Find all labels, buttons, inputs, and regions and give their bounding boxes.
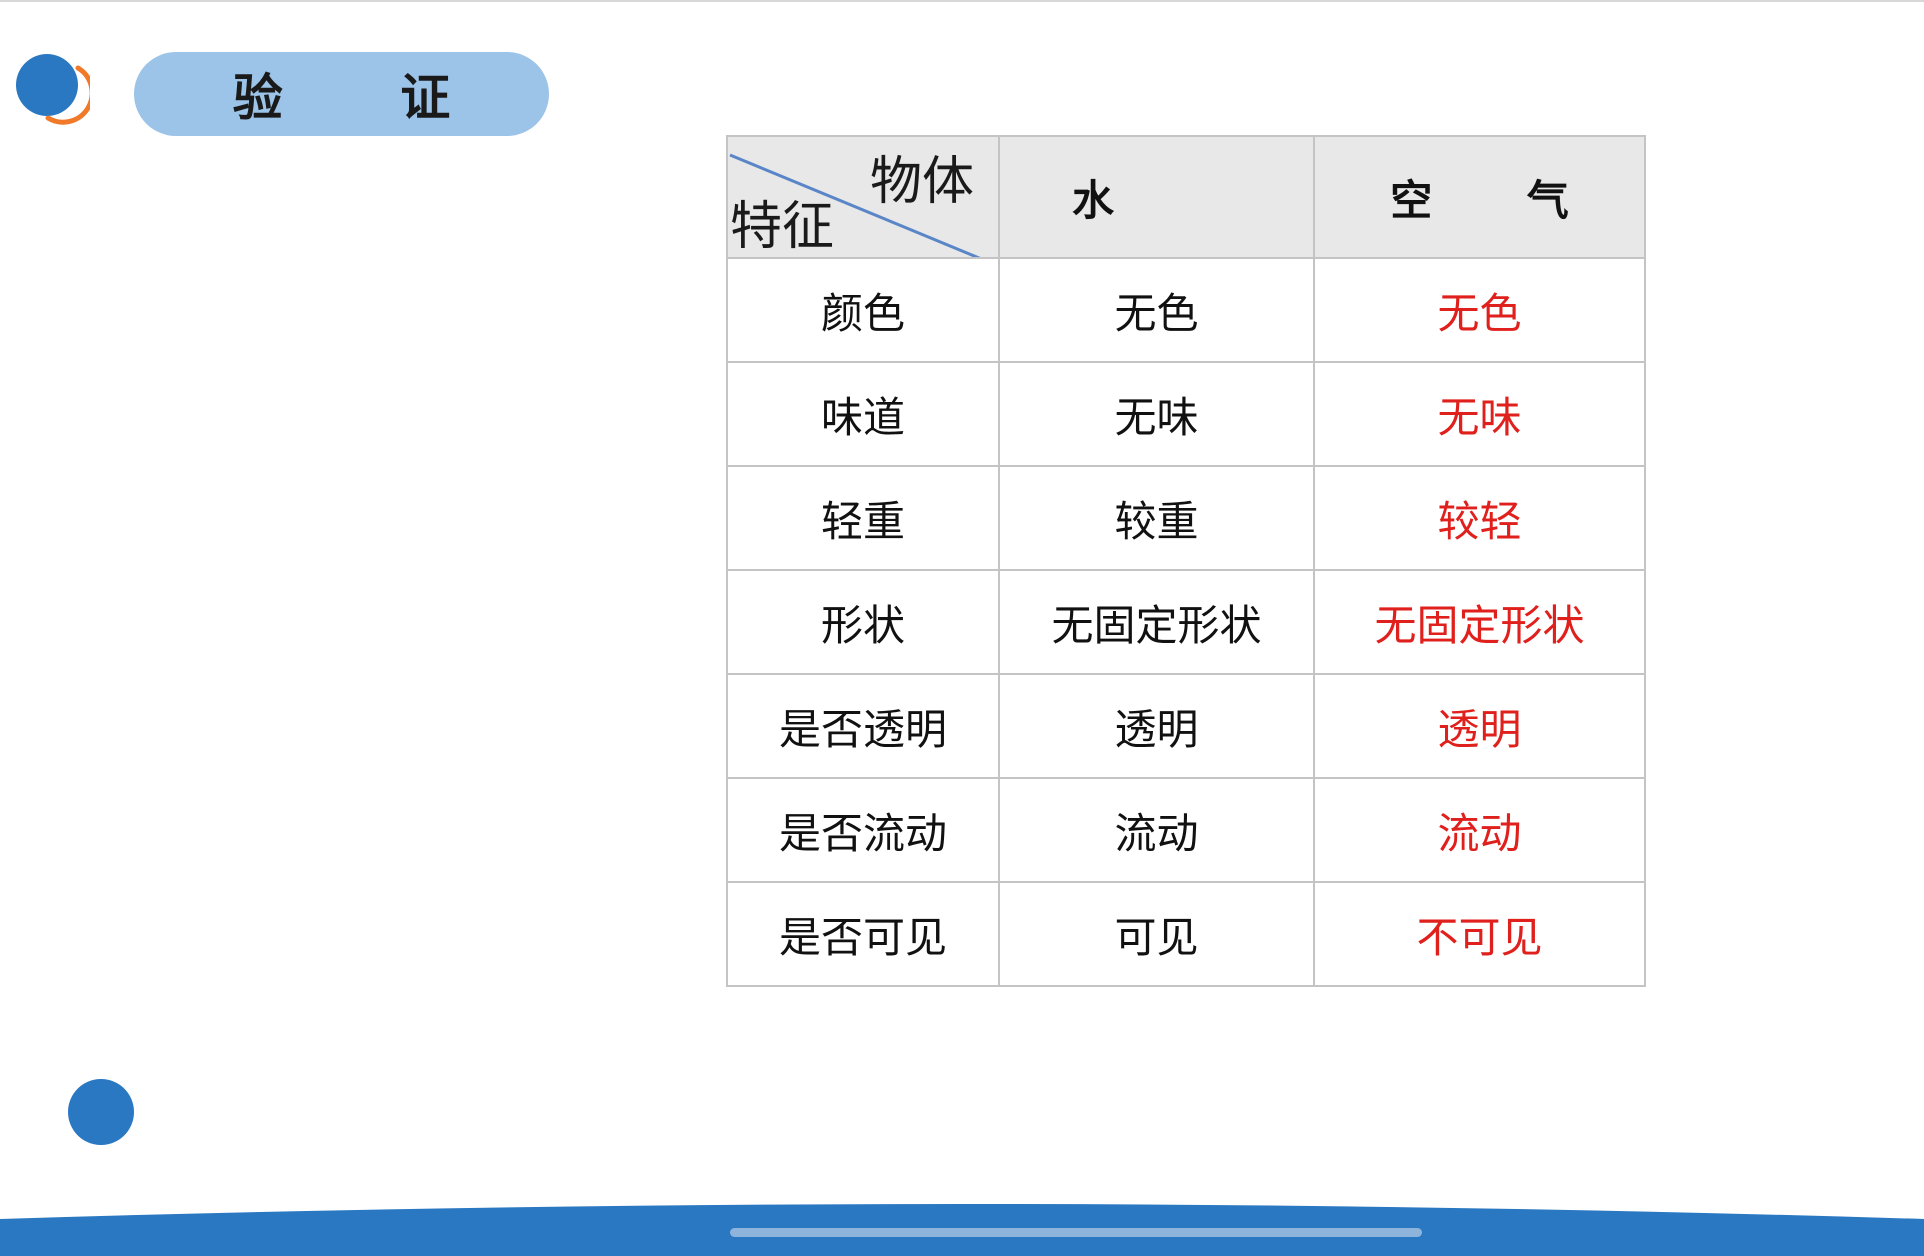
- table-header-row: 物体 特征 水 空 气: [726, 135, 1646, 259]
- feature-cell: 是否透明: [726, 673, 1000, 779]
- table-corner-cell: 物体 特征: [726, 135, 1000, 259]
- header-air: 空 气: [1313, 135, 1646, 259]
- decorative-dot-bottom: [68, 1079, 134, 1145]
- table-row: 是否流动 流动 流动: [726, 777, 1646, 883]
- slide: 验 证 物体 特征 水 空 气 颜色 无色 无色 味道 无味 无味 轻重 较重 …: [0, 0, 1924, 1256]
- feature-cell: 是否可见: [726, 881, 1000, 987]
- table-row: 轻重 较重 较轻: [726, 465, 1646, 571]
- water-cell: 无色: [998, 257, 1315, 363]
- feature-cell: 形状: [726, 569, 1000, 675]
- header-water: 水: [998, 135, 1315, 259]
- header-air-label: 空 气: [1390, 175, 1609, 225]
- air-cell: 无色: [1313, 257, 1646, 363]
- feature-cell: 轻重: [726, 465, 1000, 571]
- feature-cell: 颜色: [726, 257, 1000, 363]
- slide-title: 验 证: [232, 69, 501, 127]
- comparison-table: 物体 特征 水 空 气 颜色 无色 无色 味道 无味 无味 轻重 较重 较轻 形…: [726, 135, 1646, 987]
- air-cell: 无味: [1313, 361, 1646, 467]
- table-row: 味道 无味 无味: [726, 361, 1646, 467]
- air-cell: 透明: [1313, 673, 1646, 779]
- water-cell: 流动: [998, 777, 1315, 883]
- slide-title-pill: 验 证: [134, 52, 549, 136]
- table-row: 是否可见 可见 不可见: [726, 881, 1646, 987]
- feature-cell: 味道: [726, 361, 1000, 467]
- table-row: 颜色 无色 无色: [726, 257, 1646, 363]
- water-cell: 较重: [998, 465, 1315, 571]
- corner-label-object: 物体: [869, 152, 974, 212]
- feature-cell: 是否流动: [726, 777, 1000, 883]
- corner-label-feature: 特征: [730, 197, 835, 257]
- water-cell: 可见: [998, 881, 1315, 987]
- air-cell: 不可见: [1313, 881, 1646, 987]
- home-indicator-bar[interactable]: [730, 1228, 1422, 1237]
- table-row: 是否透明 透明 透明: [726, 673, 1646, 779]
- water-cell: 透明: [998, 673, 1315, 779]
- air-cell: 较轻: [1313, 465, 1646, 571]
- table-row: 形状 无固定形状 无固定形状: [726, 569, 1646, 675]
- air-cell: 流动: [1313, 777, 1646, 883]
- bottom-wave-band: [0, 1204, 1924, 1256]
- air-cell: 无固定形状: [1313, 569, 1646, 675]
- water-cell: 无固定形状: [998, 569, 1315, 675]
- water-cell: 无味: [998, 361, 1315, 467]
- decorative-arc-icon: [45, 65, 90, 125]
